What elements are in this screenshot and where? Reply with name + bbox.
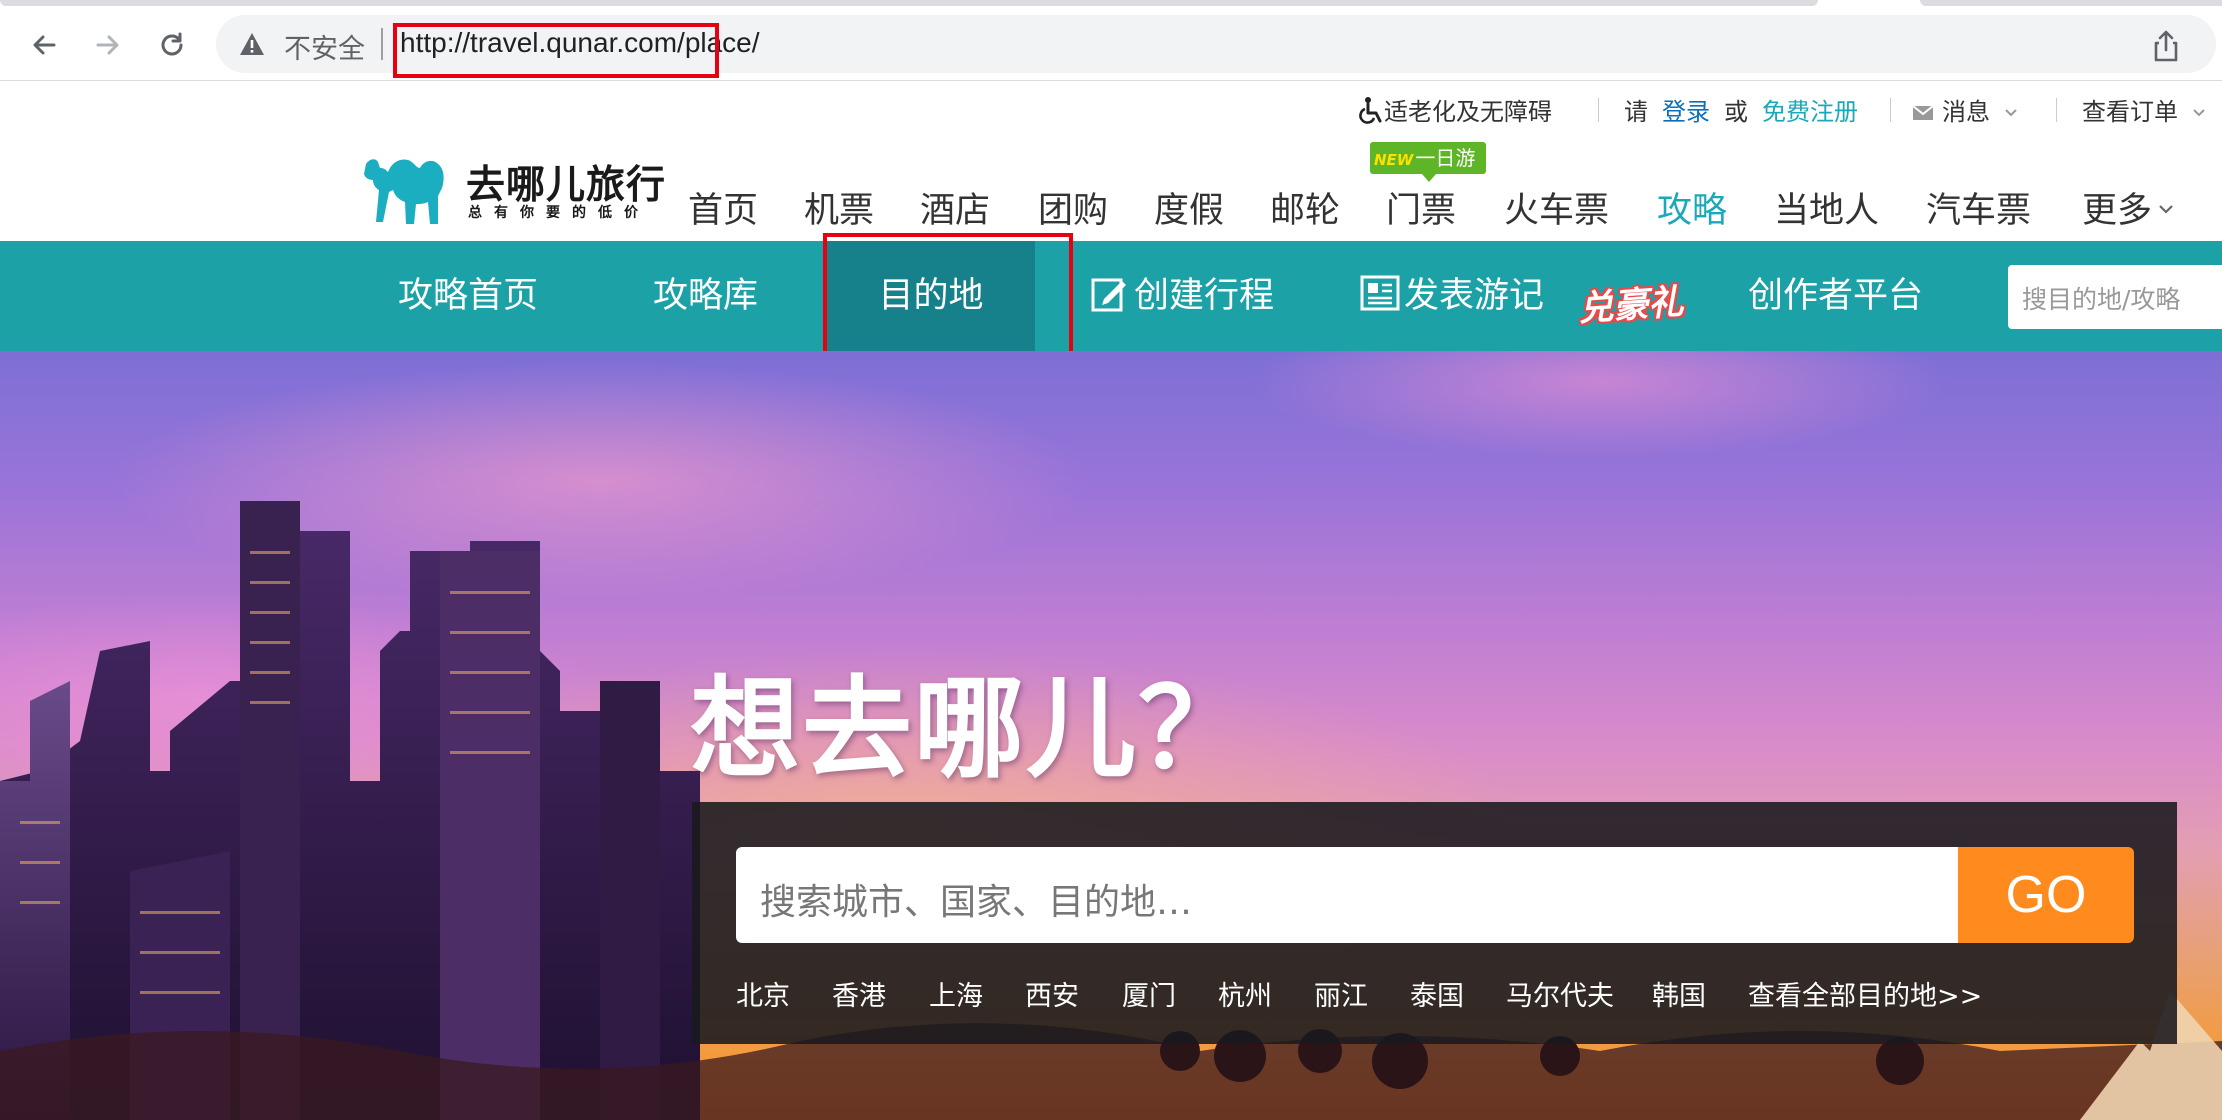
nav-item-more[interactable]: 更多	[2082, 182, 2174, 233]
utility-bar: 适老化及无障碍 请 登录 或 免费注册 消息 查看订单	[0, 82, 2222, 136]
more-label: 更多	[2082, 191, 2153, 231]
nav-item-train[interactable]: 火车票	[1504, 182, 1609, 233]
edit-icon	[1091, 278, 1126, 312]
tab-strip	[0, 0, 2222, 9]
destination-link[interactable]: 厦门	[1122, 974, 1176, 1013]
new-badge-text: 一日游	[1415, 146, 1476, 170]
arrow-right-icon	[96, 35, 119, 55]
tab-guide-home[interactable]: 攻略首页	[398, 241, 538, 351]
destination-link[interactable]: 香港	[832, 974, 886, 1013]
nav-item-guides[interactable]: 攻略	[1657, 182, 1727, 233]
qunar-logo[interactable]: 去哪儿旅行 总有你要的低价	[362, 150, 665, 230]
nav-item-tickets[interactable]: 门票	[1386, 182, 1456, 233]
forward-button[interactable]	[86, 23, 130, 67]
messages-label: 消息	[1942, 98, 1990, 126]
new-badge: NEW 一日游	[1370, 142, 1486, 182]
nav-item-hotels[interactable]: 酒店	[920, 182, 990, 233]
share-icon[interactable]	[2150, 29, 2182, 63]
destination-link[interactable]: 马尔代夫	[1506, 974, 1614, 1013]
divider	[2056, 98, 2057, 122]
create-itinerary-label: 创建行程	[1134, 276, 1275, 316]
insecure-label[interactable]: 不安全	[284, 27, 365, 66]
nav-item-bus[interactable]: 汽车票	[1926, 182, 2031, 233]
destination-search-input[interactable]: 搜索城市、国家、目的地…	[736, 847, 1958, 943]
tab-create-itinerary[interactable]: 创建行程	[1090, 241, 1274, 351]
tab-bar-right	[1920, 0, 2222, 6]
nav-item-locals[interactable]: 当地人	[1774, 182, 1879, 233]
tab-post-travelogue[interactable]: 发表游记	[1360, 241, 1544, 351]
url-highlight-box	[393, 23, 719, 78]
url-separator	[381, 28, 383, 60]
destination-link[interactable]: 杭州	[1218, 974, 1272, 1013]
mail-icon	[1912, 105, 1934, 120]
warning-icon	[240, 33, 264, 55]
guide-search-input[interactable]: 搜目的地/攻略	[2008, 265, 2222, 329]
orders-label: 查看订单	[2082, 98, 2178, 126]
orders-menu[interactable]: 查看订单	[2082, 92, 2206, 127]
nav-item-groupbuy[interactable]: 团购	[1038, 182, 1108, 233]
destination-link[interactable]: 北京	[736, 974, 790, 1013]
tab-guide-library[interactable]: 攻略库	[653, 241, 758, 351]
arrow-left-icon	[33, 35, 56, 55]
destination-link[interactable]: 西安	[1025, 974, 1079, 1013]
browser-toolbar: 不安全 http://travel.qunar.com/place/	[0, 9, 2222, 81]
nav-item-vacation[interactable]: 度假	[1154, 182, 1224, 233]
camel-icon	[364, 159, 444, 224]
tab-creator-platform[interactable]: 创作者平台	[1748, 241, 1923, 351]
hero-banner: 想去哪儿？ 搜索城市、国家、目的地… GO 北京 香港 上海 西安 厦门 杭州 …	[0, 351, 2222, 1120]
new-badge-new: NEW	[1374, 151, 1414, 169]
wheelchair-icon	[1359, 97, 1382, 124]
reload-button[interactable]	[150, 23, 194, 67]
divider	[1890, 98, 1891, 122]
reload-icon	[161, 32, 183, 56]
redeem-badge[interactable]: 兑豪礼	[1576, 273, 1685, 331]
destination-link[interactable]: 泰国	[1410, 974, 1464, 1013]
chevron-down-icon	[2159, 205, 2173, 214]
document-icon	[1360, 275, 1400, 311]
nav-item-flights[interactable]: 机票	[804, 182, 874, 233]
destination-link[interactable]: 上海	[929, 974, 983, 1013]
messages-menu[interactable]: 消息	[1912, 92, 2018, 127]
or-text: 或	[1724, 98, 1748, 126]
guide-sub-nav: 攻略首页 攻略库 目的地 创建行程 发表游记 兑豪礼 创作者平台 搜目的地/攻略	[0, 241, 2222, 351]
register-link[interactable]: 免费注册	[1762, 92, 1858, 127]
accessibility-label: 适老化及无障碍	[1384, 98, 1552, 126]
login-link[interactable]: 登录	[1662, 92, 1710, 127]
post-travelogue-label: 发表游记	[1404, 276, 1545, 316]
back-button[interactable]	[22, 23, 66, 67]
nav-item-home[interactable]: 首页	[688, 182, 758, 233]
tab-bar	[0, 0, 1818, 6]
accessibility-link[interactable]: 适老化及无障碍	[1358, 92, 1552, 127]
destination-link[interactable]: 韩国	[1652, 974, 1706, 1013]
nav-item-cruise[interactable]: 邮轮	[1270, 182, 1340, 233]
logo-slogan: 总有你要的低价	[468, 205, 650, 221]
chevron-down-icon	[2192, 109, 2205, 117]
divider	[1598, 98, 1599, 122]
all-destinations-link[interactable]: 查看全部目的地>>	[1748, 974, 1982, 1013]
chevron-down-icon	[2004, 109, 2017, 117]
destination-highlight-box	[823, 233, 1073, 355]
destination-link[interactable]: 丽江	[1314, 974, 1368, 1013]
go-button[interactable]: GO	[1958, 847, 2134, 943]
please-text: 请	[1624, 98, 1648, 126]
hero-title: 想去哪儿？	[690, 665, 1250, 793]
search-panel: 搜索城市、国家、目的地… GO 北京 香港 上海 西安 厦门 杭州 丽江 泰国 …	[692, 802, 2177, 1044]
